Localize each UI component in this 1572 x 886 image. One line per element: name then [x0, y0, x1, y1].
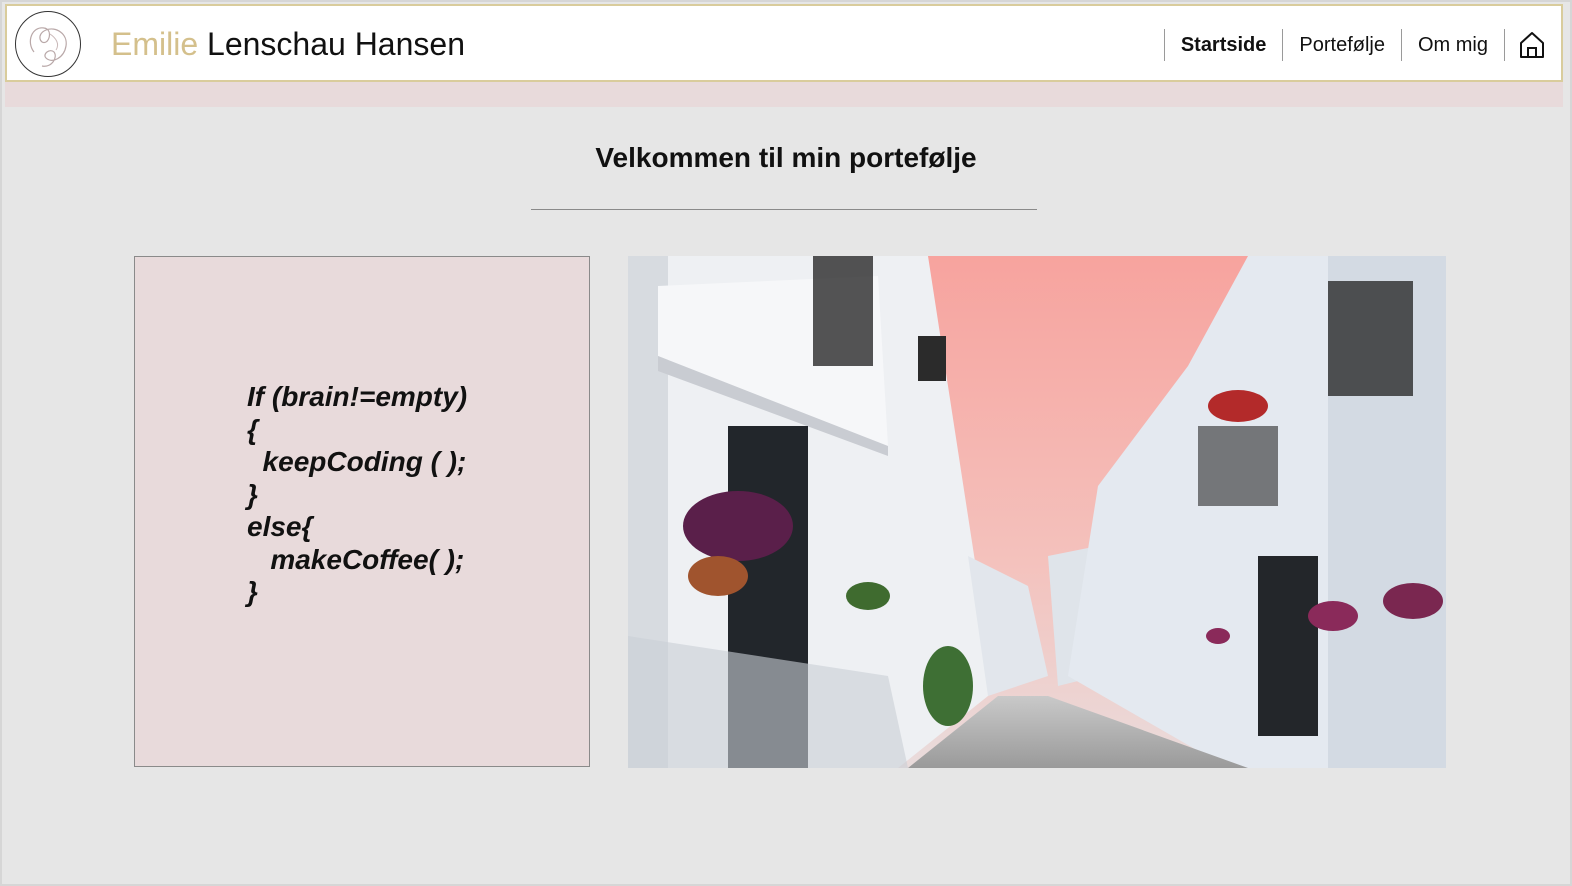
nav-item-startside[interactable]: Startside: [1165, 34, 1283, 57]
site-title-first-name: Emilie: [111, 26, 199, 62]
code-line: makeCoffee( );: [247, 543, 465, 575]
street-photo: [628, 256, 1446, 768]
site-title[interactable]: Emilie Lenschau Hansen: [111, 26, 465, 62]
home-button[interactable]: [1505, 31, 1553, 59]
code-line: }: [247, 478, 258, 510]
site-title-last-name: Lenschau Hansen: [207, 26, 465, 62]
code-card: If (brain!=empty) { keepCoding ( ); } el…: [134, 256, 590, 767]
code-snippet: If (brain!=empty) { keepCoding ( ); } el…: [247, 381, 467, 609]
nav-item-portefolje[interactable]: Portefølje: [1283, 34, 1401, 57]
code-line: else{: [247, 511, 313, 542]
code-line: If (brain!=empty): [247, 381, 468, 412]
home-icon: [1520, 32, 1544, 58]
monogram-logo-icon[interactable]: [15, 11, 81, 77]
nav-item-om-mig[interactable]: Om mig: [1402, 34, 1504, 57]
site-header: Emilie Lenschau Hansen Startside Portefø…: [5, 4, 1563, 82]
code-line: keepCoding ( );: [247, 446, 467, 477]
code-line: }: [247, 576, 258, 607]
main-nav: Startside Portefølje Om mig: [1163, 28, 1553, 62]
page-title: Velkommen til min portefølje: [595, 142, 977, 173]
header-accent-strip: [5, 82, 1563, 107]
title-divider: [531, 209, 1037, 210]
code-line: {: [247, 413, 258, 445]
